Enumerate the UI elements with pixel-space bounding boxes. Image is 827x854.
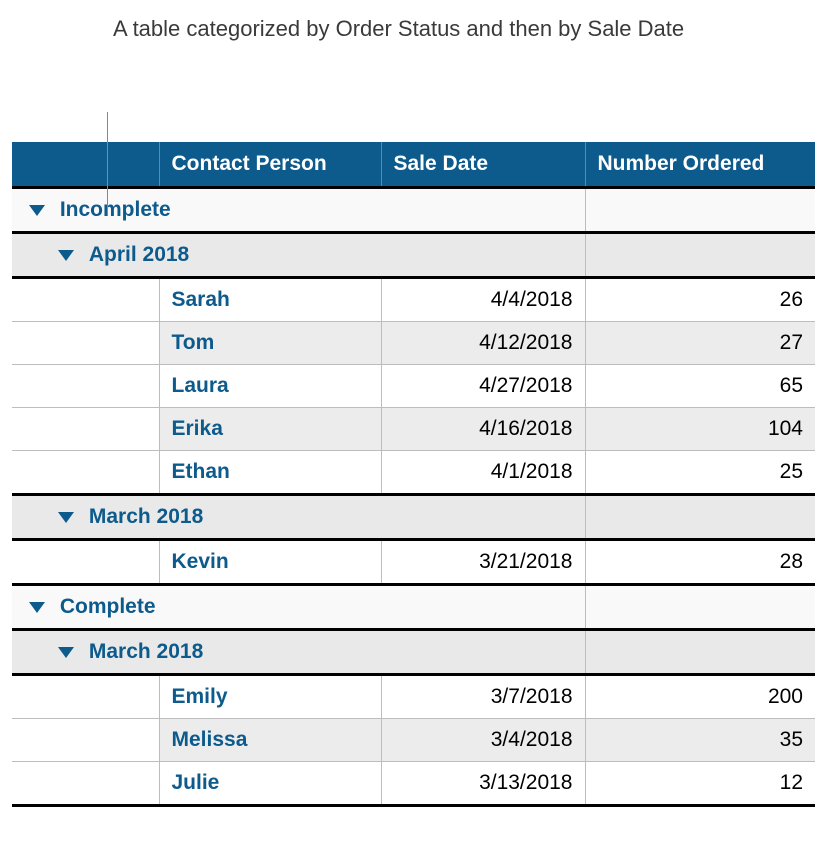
row-gutter [12, 762, 159, 806]
table-row[interactable]: Kevin 3/21/2018 28 [12, 540, 815, 585]
table-row[interactable]: Sarah 4/4/2018 26 [12, 278, 815, 322]
row-gutter [12, 451, 159, 495]
cell-contact[interactable]: Kevin [159, 540, 381, 585]
table-row[interactable]: Emily 3/7/2018 200 [12, 675, 815, 719]
cell-number[interactable]: 104 [585, 408, 815, 451]
empty-cell [381, 585, 585, 630]
disclosure-triangle-icon[interactable] [58, 512, 74, 523]
cell-date[interactable]: 3/4/2018 [381, 719, 585, 762]
empty-cell [585, 495, 815, 540]
status-label: Incomplete [60, 198, 171, 221]
disclosure-triangle-icon[interactable] [29, 205, 45, 216]
category-month-row[interactable]: April 2018 [12, 233, 815, 278]
cell-contact[interactable]: Laura [159, 365, 381, 408]
col-number-ordered[interactable]: Number Ordered [585, 142, 815, 188]
col-blank[interactable] [12, 142, 159, 188]
cell-number[interactable]: 65 [585, 365, 815, 408]
month-label: March 2018 [89, 505, 203, 528]
disclosure-triangle-icon[interactable] [58, 250, 74, 261]
empty-cell [585, 233, 815, 278]
cell-date[interactable]: 3/21/2018 [381, 540, 585, 585]
annotation-leader-line [107, 112, 108, 216]
cell-date[interactable]: 4/1/2018 [381, 451, 585, 495]
cell-number[interactable]: 26 [585, 278, 815, 322]
annotation-callout: A table categorized by Order Status and … [12, 14, 815, 142]
cell-number[interactable]: 27 [585, 322, 815, 365]
empty-cell [585, 630, 815, 675]
category-month-row[interactable]: March 2018 [12, 495, 815, 540]
row-gutter [12, 675, 159, 719]
cell-date[interactable]: 3/13/2018 [381, 762, 585, 806]
table-row[interactable]: Tom 4/12/2018 27 [12, 322, 815, 365]
disclosure-triangle-icon[interactable] [29, 602, 45, 613]
col-sale-date[interactable]: Sale Date [381, 142, 585, 188]
row-gutter [12, 365, 159, 408]
category-status-row[interactable]: Complete [12, 585, 815, 630]
status-label: Complete [60, 595, 156, 618]
cell-date[interactable]: 4/27/2018 [381, 365, 585, 408]
table-row[interactable]: Erika 4/16/2018 104 [12, 408, 815, 451]
cell-number[interactable]: 35 [585, 719, 815, 762]
cell-contact[interactable]: Ethan [159, 451, 381, 495]
row-gutter [12, 322, 159, 365]
cell-date[interactable]: 4/16/2018 [381, 408, 585, 451]
empty-cell [381, 630, 585, 675]
empty-cell [585, 188, 815, 233]
cell-date[interactable]: 4/12/2018 [381, 322, 585, 365]
empty-cell [381, 495, 585, 540]
table-header-row: Contact Person Sale Date Number Ordered [12, 142, 815, 188]
cell-number[interactable]: 200 [585, 675, 815, 719]
table-row[interactable]: Laura 4/27/2018 65 [12, 365, 815, 408]
table-row[interactable]: Ethan 4/1/2018 25 [12, 451, 815, 495]
cell-contact[interactable]: Emily [159, 675, 381, 719]
empty-cell [381, 188, 585, 233]
table-row[interactable]: Julie 3/13/2018 12 [12, 762, 815, 806]
table-row[interactable]: Melissa 3/4/2018 35 [12, 719, 815, 762]
category-month-row[interactable]: March 2018 [12, 630, 815, 675]
row-gutter [12, 540, 159, 585]
cell-contact[interactable]: Sarah [159, 278, 381, 322]
cell-contact[interactable]: Erika [159, 408, 381, 451]
row-gutter [12, 278, 159, 322]
col-contact-person[interactable]: Contact Person [159, 142, 381, 188]
month-label: March 2018 [89, 640, 203, 663]
row-gutter [12, 408, 159, 451]
month-label: April 2018 [89, 243, 189, 266]
disclosure-triangle-icon[interactable] [58, 647, 74, 658]
empty-cell [381, 233, 585, 278]
empty-cell [585, 585, 815, 630]
row-gutter [12, 719, 159, 762]
categorized-table: Contact Person Sale Date Number Ordered … [12, 142, 815, 807]
cell-number[interactable]: 12 [585, 762, 815, 806]
cell-number[interactable]: 25 [585, 451, 815, 495]
cell-date[interactable]: 4/4/2018 [381, 278, 585, 322]
cell-date[interactable]: 3/7/2018 [381, 675, 585, 719]
cell-contact[interactable]: Melissa [159, 719, 381, 762]
cell-number[interactable]: 28 [585, 540, 815, 585]
cell-contact[interactable]: Tom [159, 322, 381, 365]
cell-contact[interactable]: Julie [159, 762, 381, 806]
category-status-row[interactable]: Incomplete [12, 188, 815, 233]
annotation-text: A table categorized by Order Status and … [113, 14, 684, 44]
